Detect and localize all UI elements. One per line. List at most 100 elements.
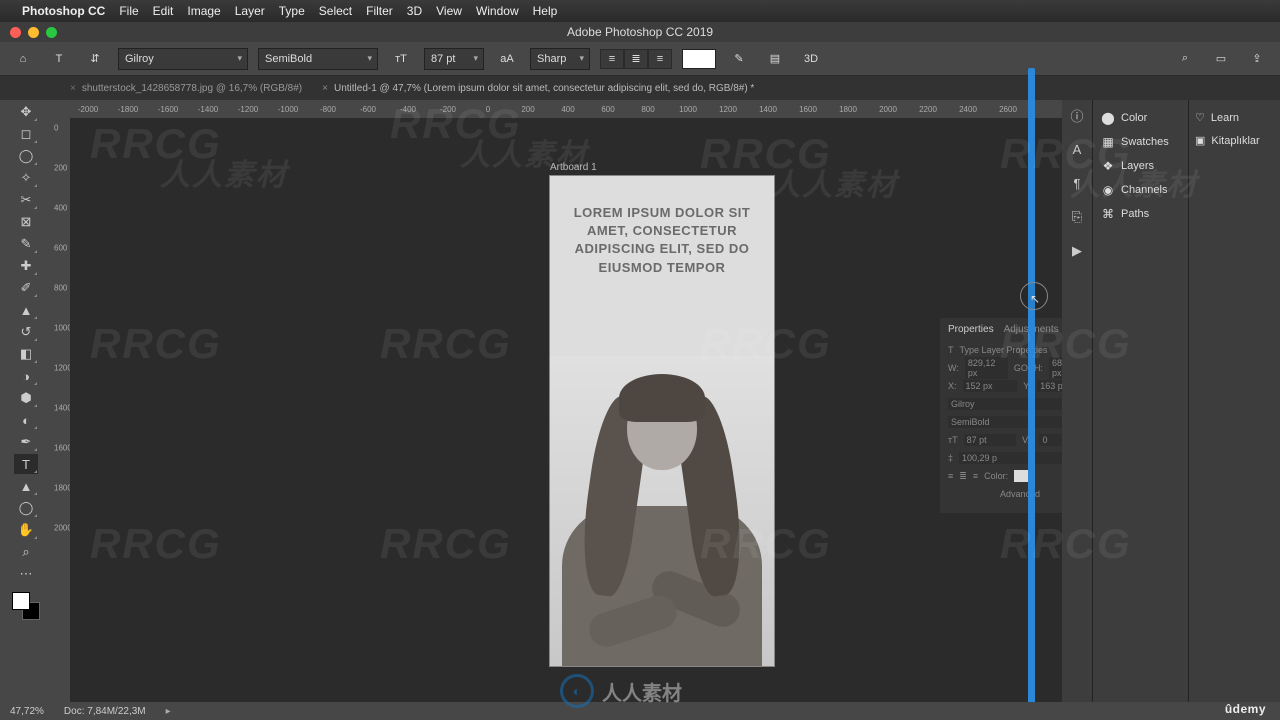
menu-select[interactable]: Select <box>319 4 352 18</box>
canvas-stage[interactable]: Artboard 1 LOREM IPSUM DOLOR SIT AMET, C… <box>70 118 1062 702</box>
menu-3d[interactable]: 3D <box>407 4 422 18</box>
paragraph-icon[interactable]: ¶ <box>1068 174 1086 192</box>
align-c-icon[interactable]: ≣ <box>959 471 967 482</box>
zoom-level[interactable]: 47,72% <box>10 706 44 717</box>
link-icon[interactable]: GO <box>1014 363 1028 373</box>
warp-text-button[interactable]: ✎ <box>726 46 752 72</box>
font-family-select[interactable]: Gilroy <box>118 48 248 70</box>
menu-filter[interactable]: Filter <box>366 4 393 18</box>
color-panel-icon: ⬤ <box>1101 111 1115 125</box>
menu-layer[interactable]: Layer <box>235 4 265 18</box>
prop-weight[interactable]: SemiBold <box>948 416 1062 428</box>
eraser-tool[interactable]: ◧ <box>14 344 38 364</box>
search-icon[interactable]: ⌕ <box>1172 46 1198 72</box>
edit-toolbar[interactable]: ⋯ <box>14 564 38 584</box>
orientation-icon[interactable]: ⇵ <box>82 46 108 72</box>
menu-app[interactable]: Photoshop CC <box>22 4 105 18</box>
blur-tool[interactable]: ⬢ <box>14 388 38 408</box>
color-swatches[interactable] <box>12 592 40 620</box>
path-select-tool[interactable]: ▲ <box>14 476 38 496</box>
menu-window[interactable]: Window <box>476 4 519 18</box>
artboard[interactable]: LOREM IPSUM DOLOR SIT AMET, CONSECTETUR … <box>550 176 774 666</box>
type-tool[interactable]: T <box>14 454 38 474</box>
ruler-vertical[interactable]: 0 200 400 600 800 1000 1200 1400 1600 18… <box>52 118 70 702</box>
home-button[interactable]: ⌂ <box>10 46 36 72</box>
gradient-tool[interactable]: ◑ <box>14 366 38 386</box>
threed-button[interactable]: 3D <box>798 46 824 72</box>
pen-tool[interactable]: ✒ <box>14 432 38 452</box>
character-icon[interactable]: A <box>1068 140 1086 158</box>
align-l-icon[interactable]: ≡ <box>948 471 953 481</box>
swatches-panel[interactable]: ▦Swatches <box>1093 130 1188 154</box>
zoom-tool[interactable]: ⌕ <box>14 542 38 562</box>
menu-edit[interactable]: Edit <box>153 4 174 18</box>
dodge-tool[interactable]: ◐ <box>14 410 38 430</box>
workspace-icon[interactable]: ▭ <box>1208 46 1234 72</box>
frame-tool[interactable]: ⊠ <box>14 212 38 232</box>
maximize-window-icon[interactable] <box>46 27 57 38</box>
healing-tool[interactable]: ✚ <box>14 256 38 276</box>
foreground-color[interactable] <box>12 592 30 610</box>
ruler-horizontal[interactable]: -2000 -1800 -1600 -1400 -1200 -1000 -800… <box>52 100 1062 118</box>
status-menu-icon[interactable]: ▸ <box>166 706 171 717</box>
hand-tool[interactable]: ✋ <box>14 520 38 540</box>
layers-panel[interactable]: ❖Layers <box>1093 154 1188 178</box>
prop-leading[interactable]: 100,29 p <box>959 452 1062 464</box>
menu-image[interactable]: Image <box>187 4 220 18</box>
libraries-panel[interactable]: ▣Kitaplıklar <box>1189 129 1280 152</box>
y-field[interactable]: 163 px <box>1037 380 1062 392</box>
close-window-icon[interactable] <box>10 27 21 38</box>
align-left-button[interactable]: ≡ <box>600 49 624 69</box>
stamp-tool[interactable]: ▲ <box>14 300 38 320</box>
glyphs-icon[interactable]: ⎘ <box>1068 208 1086 226</box>
text-color-swatch[interactable] <box>682 49 716 69</box>
move-tool[interactable]: ✥ <box>14 102 38 122</box>
text-layer[interactable]: LOREM IPSUM DOLOR SIT AMET, CONSECTETUR … <box>550 176 774 277</box>
properties-panel[interactable]: Properties Adjustments TType Layer Prope… <box>940 318 1062 513</box>
prop-size[interactable]: 87 pt <box>964 434 1017 446</box>
magic-wand-tool[interactable]: ✧ <box>14 168 38 188</box>
channels-panel[interactable]: ◉Channels <box>1093 178 1188 202</box>
crop-tool[interactable]: ✂ <box>14 190 38 210</box>
artboard-label[interactable]: Artboard 1 <box>550 162 597 173</box>
doc-size[interactable]: Doc: 7,84M/22,3M <box>64 706 146 717</box>
type-tool-icon[interactable]: T <box>46 46 72 72</box>
font-size-select[interactable]: 87 pt <box>424 48 484 70</box>
document-tab[interactable]: × Untitled-1 @ 47,7% (Lorem ipsum dolor … <box>312 76 764 100</box>
antialias-select[interactable]: Sharp <box>530 48 590 70</box>
w-field[interactable]: 829,12 px <box>965 357 1008 379</box>
align-center-button[interactable]: ≣ <box>624 49 648 69</box>
history-brush-tool[interactable]: ↺ <box>14 322 38 342</box>
share-icon[interactable]: ⇪ <box>1244 46 1270 72</box>
align-right-button[interactable]: ≡ <box>648 49 672 69</box>
font-weight-select[interactable]: SemiBold <box>258 48 378 70</box>
actions-icon[interactable]: ▶ <box>1068 242 1086 260</box>
info-icon[interactable]: ⓘ <box>1068 106 1086 124</box>
character-panel-button[interactable]: ▤ <box>762 46 788 72</box>
minimize-window-icon[interactable] <box>28 27 39 38</box>
tab-close-icon[interactable]: × <box>322 83 328 94</box>
menu-help[interactable]: Help <box>533 4 558 18</box>
h-field[interactable]: 681,67 px <box>1049 357 1062 379</box>
color-panel[interactable]: ⬤Color <box>1093 106 1188 130</box>
menu-type[interactable]: Type <box>279 4 305 18</box>
paths-panel[interactable]: ⌘Paths <box>1093 202 1188 226</box>
panel-resize-handle[interactable] <box>1028 68 1035 704</box>
properties-tab[interactable]: Properties <box>948 324 994 335</box>
brush-tool[interactable]: ✐ <box>14 278 38 298</box>
x-field[interactable]: 152 px <box>963 380 1018 392</box>
menu-view[interactable]: View <box>436 4 462 18</box>
shape-tool[interactable]: ◯ <box>14 498 38 518</box>
prop-font[interactable]: Gilroy <box>948 398 1062 410</box>
tab-close-icon[interactable]: × <box>70 83 76 94</box>
marquee-tool[interactable]: ◻ <box>14 124 38 144</box>
panels-group-2: ♡Learn ▣Kitaplıklar <box>1188 100 1280 702</box>
learn-panel[interactable]: ♡Learn <box>1189 106 1280 129</box>
eyedropper-tool[interactable]: ✎ <box>14 234 38 254</box>
prop-tracking[interactable]: 0 <box>1039 434 1062 446</box>
ruler-tick: -1400 <box>198 105 218 114</box>
lasso-tool[interactable]: ◯ <box>14 146 38 166</box>
document-tab[interactable]: × shutterstock_1428658778.jpg @ 16,7% (R… <box>60 76 312 100</box>
menu-file[interactable]: File <box>119 4 138 18</box>
align-r-icon[interactable]: ≡ <box>973 471 978 481</box>
